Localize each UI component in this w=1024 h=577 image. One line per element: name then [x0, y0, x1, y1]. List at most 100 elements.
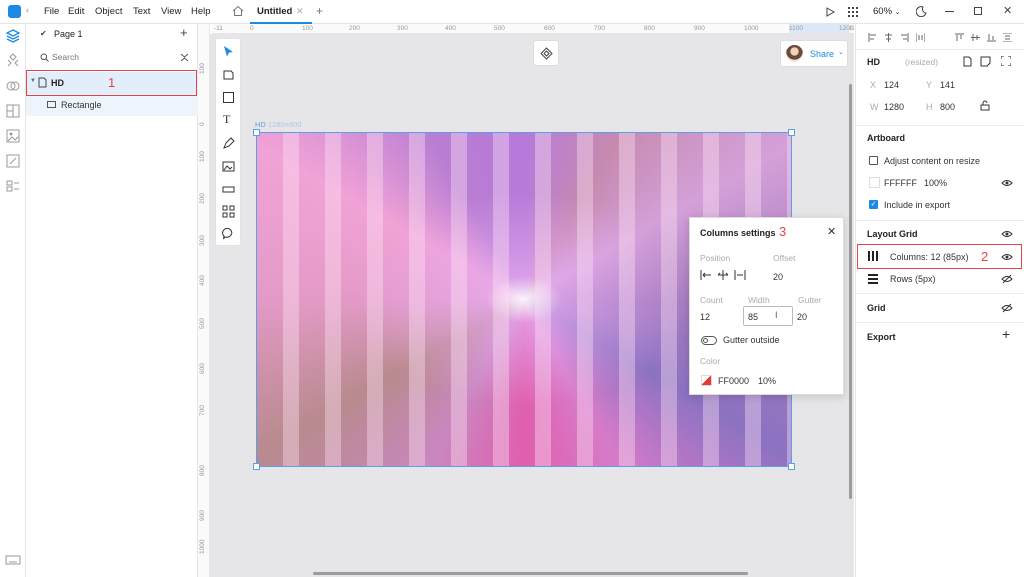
menu-view[interactable]: View	[161, 6, 181, 17]
resize-handle-tl[interactable]	[253, 129, 260, 136]
resize-handle-tr[interactable]	[788, 129, 795, 136]
page-selector[interactable]: Page 1	[54, 29, 83, 39]
annotation-number-2: 2	[981, 249, 989, 264]
eye-icon[interactable]	[1001, 179, 1013, 187]
close-popup-icon[interactable]: ✕	[827, 225, 836, 238]
text-tool-icon[interactable]: T	[223, 112, 230, 127]
user-avatar[interactable]	[786, 45, 803, 62]
horizontal-scrollbar[interactable]	[313, 572, 748, 575]
menu-object[interactable]: Object	[95, 6, 122, 17]
distribute-h-icon[interactable]	[916, 33, 925, 42]
dark-mode-icon[interactable]	[916, 6, 927, 17]
layout-grid-title: Layout Grid	[867, 229, 918, 239]
grid-color-hex[interactable]: FF0000	[718, 376, 749, 386]
close-tab-icon[interactable]: ✕	[296, 6, 304, 17]
prototype-icon[interactable]	[5, 178, 21, 194]
share-button[interactable]: Share	[810, 49, 834, 59]
align-stretch-icon[interactable]	[734, 270, 746, 280]
unlock-icon[interactable]	[980, 100, 990, 111]
offset-input[interactable]: 20	[773, 272, 783, 282]
rows-eye-hidden-icon[interactable]	[1001, 274, 1013, 284]
share-chevron-icon[interactable]: ⌄	[838, 48, 844, 56]
styles-icon[interactable]	[5, 78, 21, 94]
width-input[interactable]: 85 I	[743, 306, 793, 326]
components-icon[interactable]	[5, 52, 21, 68]
layer-row-rectangle[interactable]: Rectangle	[26, 94, 198, 116]
component-toggle-button[interactable]	[533, 40, 559, 66]
rectangle-tool-icon[interactable]	[222, 91, 235, 104]
align-top-icon[interactable]	[955, 33, 964, 42]
h-input[interactable]: 800	[940, 102, 955, 112]
include-export-checkbox[interactable]: ✓	[869, 200, 878, 209]
align-center-icon[interactable]	[717, 270, 729, 280]
grid-eye-hidden-icon[interactable]	[1001, 303, 1013, 313]
collapse-icon[interactable]	[180, 53, 189, 62]
zoom-dropdown[interactable]: 60% ⌄	[873, 6, 901, 17]
chevron-down-icon[interactable]: ✔	[40, 29, 47, 38]
share-button-container: Share ⌄	[780, 40, 848, 67]
play-icon[interactable]	[826, 7, 835, 17]
layout-grid-eye-icon[interactable]	[1001, 230, 1013, 238]
menu-file[interactable]: File	[44, 6, 59, 17]
align-bottom-icon[interactable]	[987, 33, 996, 42]
add-tab-icon[interactable]: +	[316, 4, 323, 18]
clip-content-icon[interactable]	[980, 56, 991, 67]
grid-color-opacity[interactable]: 10%	[758, 376, 776, 386]
components-tool-icon[interactable]	[222, 205, 235, 218]
fit-screen-icon[interactable]	[1001, 56, 1011, 66]
images-icon[interactable]	[5, 128, 21, 144]
keyboard-icon[interactable]	[5, 552, 21, 568]
image-tool-icon[interactable]	[222, 160, 235, 173]
pen-tool-icon[interactable]	[222, 137, 235, 150]
align-left-edge-icon[interactable]	[868, 33, 877, 42]
app-logo-icon[interactable]	[8, 5, 21, 18]
resize-handle-br[interactable]	[788, 463, 795, 470]
fill-opacity-input[interactable]: 100%	[924, 178, 947, 188]
count-input[interactable]: 12	[700, 312, 710, 322]
menu-help[interactable]: Help	[191, 6, 211, 17]
element-name[interactable]: HD	[867, 57, 880, 67]
adjust-content-checkbox[interactable]	[869, 156, 878, 165]
align-h-center-icon[interactable]	[884, 33, 893, 42]
apps-grid-icon[interactable]	[848, 7, 858, 17]
assets-icon[interactable]	[5, 103, 21, 119]
ruler-tick: 200	[349, 25, 360, 32]
grid-color-swatch[interactable]	[701, 375, 712, 386]
artboard-label[interactable]: HD 1280×800	[255, 120, 302, 129]
gutter-outside-toggle[interactable]	[701, 336, 717, 345]
vertical-scrollbar[interactable]	[849, 84, 852, 499]
columns-settings-popup: Columns settings 3 ✕ Position Offset 20 …	[689, 217, 844, 395]
ruler-tick: 200	[199, 193, 206, 204]
input-tool-icon[interactable]	[222, 183, 235, 196]
menu-edit[interactable]: Edit	[68, 6, 84, 17]
resized-indicator: (resized)	[905, 57, 939, 67]
frame-tool-icon[interactable]	[222, 68, 235, 81]
tab-untitled[interactable]: Untitled ✕	[250, 0, 312, 24]
layers-icon[interactable]	[5, 28, 21, 44]
y-input[interactable]: 141	[940, 80, 955, 90]
gutter-input[interactable]: 20	[797, 312, 807, 322]
fill-hex-input[interactable]: FFFFFF	[884, 178, 917, 188]
menu-text[interactable]: Text	[133, 6, 150, 17]
resize-handle-bl[interactable]	[253, 463, 260, 470]
restore-icon[interactable]	[974, 7, 982, 15]
x-input[interactable]: 124	[884, 80, 899, 90]
close-window-icon[interactable]: ✕	[1003, 4, 1012, 17]
fill-color-swatch[interactable]	[869, 177, 880, 188]
minimize-icon[interactable]	[945, 11, 954, 12]
add-page-icon[interactable]: +	[180, 25, 188, 40]
w-input[interactable]: 1280	[884, 102, 904, 112]
rows-grid-label[interactable]: Rows (5px)	[890, 274, 936, 284]
distribute-v-icon[interactable]	[1003, 33, 1012, 42]
add-export-icon[interactable]: +	[1002, 326, 1010, 342]
layers-search-input[interactable]	[52, 49, 172, 65]
page-preset-icon[interactable]	[963, 56, 972, 67]
align-left-icon[interactable]	[700, 270, 712, 280]
plugins-icon[interactable]	[5, 153, 21, 169]
home-icon[interactable]	[232, 5, 244, 17]
chevron-left-icon[interactable]: ‹	[26, 5, 29, 15]
align-right-edge-icon[interactable]	[900, 33, 909, 42]
select-tool-icon[interactable]	[222, 45, 235, 58]
align-v-center-icon[interactable]	[971, 33, 980, 42]
comment-tool-icon[interactable]	[222, 227, 235, 240]
